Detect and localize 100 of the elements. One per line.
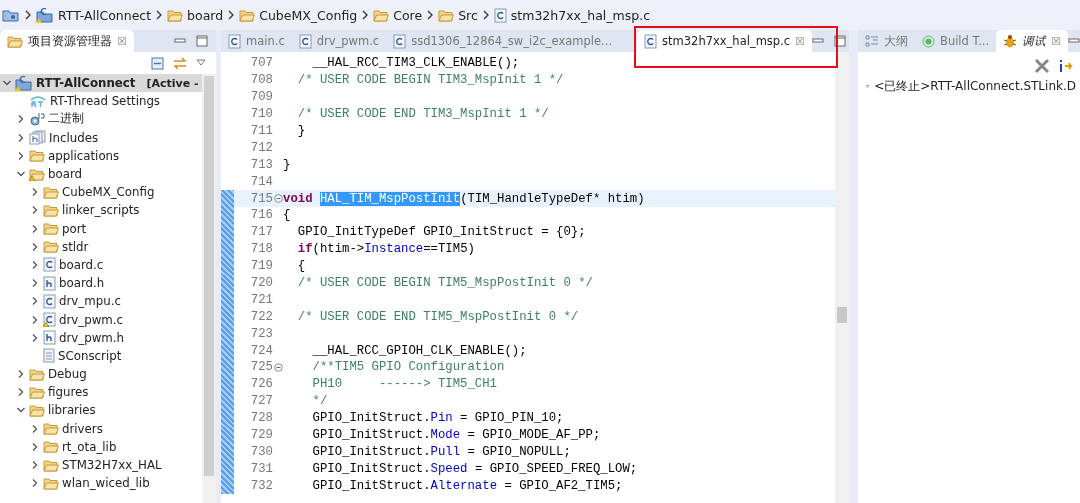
code-line: GPIO_InitStruct.Speed = GPIO_SPEED_FREQ_LOW;	[311, 461, 638, 476]
fold-icon[interactable]	[273, 362, 283, 372]
breadcrumb-item[interactable]: RTT-AllConnect	[58, 7, 152, 23]
editor-tab[interactable]: stm32h7xx_hal_msp.c ☒	[637, 30, 812, 52]
view-tab[interactable]: Build T...	[915, 30, 997, 52]
minimize-icon[interactable]	[1068, 36, 1080, 46]
tree-item[interactable]: linker_scripts	[0, 201, 202, 220]
line-number: 726	[249, 377, 273, 392]
breadcrumb-item[interactable]: board	[187, 7, 224, 23]
project-icon	[36, 7, 54, 23]
line-number: 731	[249, 461, 273, 476]
breadcrumb-item[interactable]: Src	[458, 7, 478, 23]
maximize-icon[interactable]	[196, 35, 208, 47]
c-file-icon	[393, 33, 407, 49]
line-number: 732	[249, 478, 273, 493]
target-icon	[922, 34, 935, 48]
bug-icon	[1003, 34, 1018, 48]
includes-icon	[29, 130, 46, 146]
line-number: 728	[249, 411, 273, 426]
breadcrumb-item[interactable]: CubeMX_Config	[259, 7, 358, 23]
project-icon	[15, 75, 33, 91]
code-line: /* USER CODE END TIM3_MspInit 1 */	[296, 107, 549, 122]
view-tab[interactable]: 大纲	[858, 30, 915, 52]
tree-item[interactable]: 二进制	[0, 110, 202, 129]
code-line: }	[283, 157, 291, 172]
editor-tab[interactable]: main.c	[221, 30, 292, 52]
tree-item[interactable]: drv_pwm.h	[0, 328, 202, 347]
tree-item[interactable]: CubeMX_Config	[0, 183, 202, 202]
tree-item[interactable]: board.c	[0, 255, 202, 275]
remove-all-icon[interactable]	[1034, 58, 1050, 74]
chevron-icon	[426, 10, 435, 20]
code-line: /* USER CODE BEGIN TIM3_MspInit 1 */	[296, 73, 564, 88]
step-into-icon[interactable]	[1058, 59, 1076, 73]
line-number: 730	[249, 444, 273, 459]
tree-item[interactable]: Includes	[0, 128, 202, 147]
line-number: 713	[249, 157, 273, 172]
line-number: 721	[249, 292, 273, 307]
folder-icon	[438, 8, 455, 22]
line-number: 724	[249, 343, 273, 358]
code-line: PH10 ------> TIM5_CH1	[311, 377, 497, 392]
editor-tab[interactable]: ssd1306_12864_sw_i2c_example...	[386, 30, 620, 52]
maximize-icon[interactable]	[834, 35, 846, 47]
editor-tab[interactable]: drv_pwm.c	[291, 30, 387, 52]
explorer-tab[interactable]: 项目资源管理器 ☒	[0, 30, 134, 52]
workspace-icon[interactable]	[2, 7, 20, 23]
folder-icon	[43, 185, 59, 199]
tree-item[interactable]: RT-Thread Settings	[0, 92, 202, 111]
collapse-all-icon[interactable]	[151, 56, 164, 70]
minimize-icon[interactable]	[812, 36, 824, 46]
tree-item[interactable]: drv_mpu.c	[0, 292, 202, 311]
rt-icon	[29, 94, 47, 108]
tree-item[interactable]: SConscript	[0, 346, 202, 365]
c-file-icon	[644, 33, 658, 49]
code-line: */	[311, 394, 328, 409]
folder-icon	[167, 8, 184, 22]
folder-icon	[29, 149, 45, 163]
code-line: void HAL_TIM_MspPostInit(TIM_HandleTypeDef* htim)	[283, 191, 645, 206]
dropdown-icon[interactable]	[196, 59, 206, 67]
gear-icon	[29, 111, 45, 127]
line-number: 725	[249, 360, 273, 375]
tree-item[interactable]: port	[0, 219, 202, 238]
tree-item[interactable]: libraries	[0, 401, 202, 420]
tree-item[interactable]: applications	[0, 146, 202, 165]
h-file-icon	[43, 275, 56, 291]
debug-session-item[interactable]: <已终止>RTT-AllConnect.STLink.D	[866, 77, 1076, 95]
folder-icon	[7, 34, 23, 48]
folder-icon	[373, 8, 390, 22]
tree-item[interactable]: wlan_wiced_lib	[0, 474, 202, 493]
folder-icon	[43, 440, 59, 454]
folder-icon	[43, 203, 59, 217]
fold-icon[interactable]	[273, 194, 283, 204]
chevron-icon	[361, 10, 370, 20]
line-number: 720	[249, 276, 273, 290]
folder-icon	[239, 8, 256, 22]
folder-icon	[43, 422, 59, 436]
c-file-icon	[43, 257, 56, 273]
tree-item[interactable]: stldr	[0, 237, 202, 256]
link-arrows-icon[interactable]	[172, 56, 188, 70]
view-tab[interactable]: 调试 ☒	[996, 30, 1069, 52]
tree-item[interactable]: STM32H7xx_HAL	[0, 455, 202, 475]
minimize-icon[interactable]	[174, 36, 186, 46]
chevron-icon	[481, 10, 490, 20]
line-number: 711	[249, 124, 273, 138]
tree-item[interactable]: RTT-AllConnect [Active -	[0, 74, 202, 93]
breadcrumb-item[interactable]: Core	[393, 7, 423, 23]
code-line: }	[296, 124, 306, 138]
tree-item[interactable]: figures	[0, 383, 202, 402]
line-number: 714	[249, 174, 273, 189]
line-number: 727	[249, 394, 273, 409]
tree-item[interactable]: rt_ota_lib	[0, 437, 202, 456]
breadcrumb-item[interactable]: stm32h7xx_hal_msp.c	[510, 7, 650, 23]
tree-item[interactable]: board.h	[0, 274, 202, 293]
tree-item[interactable]: drivers	[0, 419, 202, 438]
chevron-icon	[227, 10, 236, 20]
tree-item[interactable]: board	[0, 164, 202, 184]
text-file-icon	[43, 348, 55, 364]
code-line: GPIO_InitStruct.Mode = GPIO_MODE_AF_PP;	[311, 428, 601, 443]
h-file-icon	[43, 330, 56, 346]
tree-item[interactable]: Debug	[0, 365, 202, 384]
tree-item[interactable]: drv_pwm.c	[0, 310, 202, 329]
